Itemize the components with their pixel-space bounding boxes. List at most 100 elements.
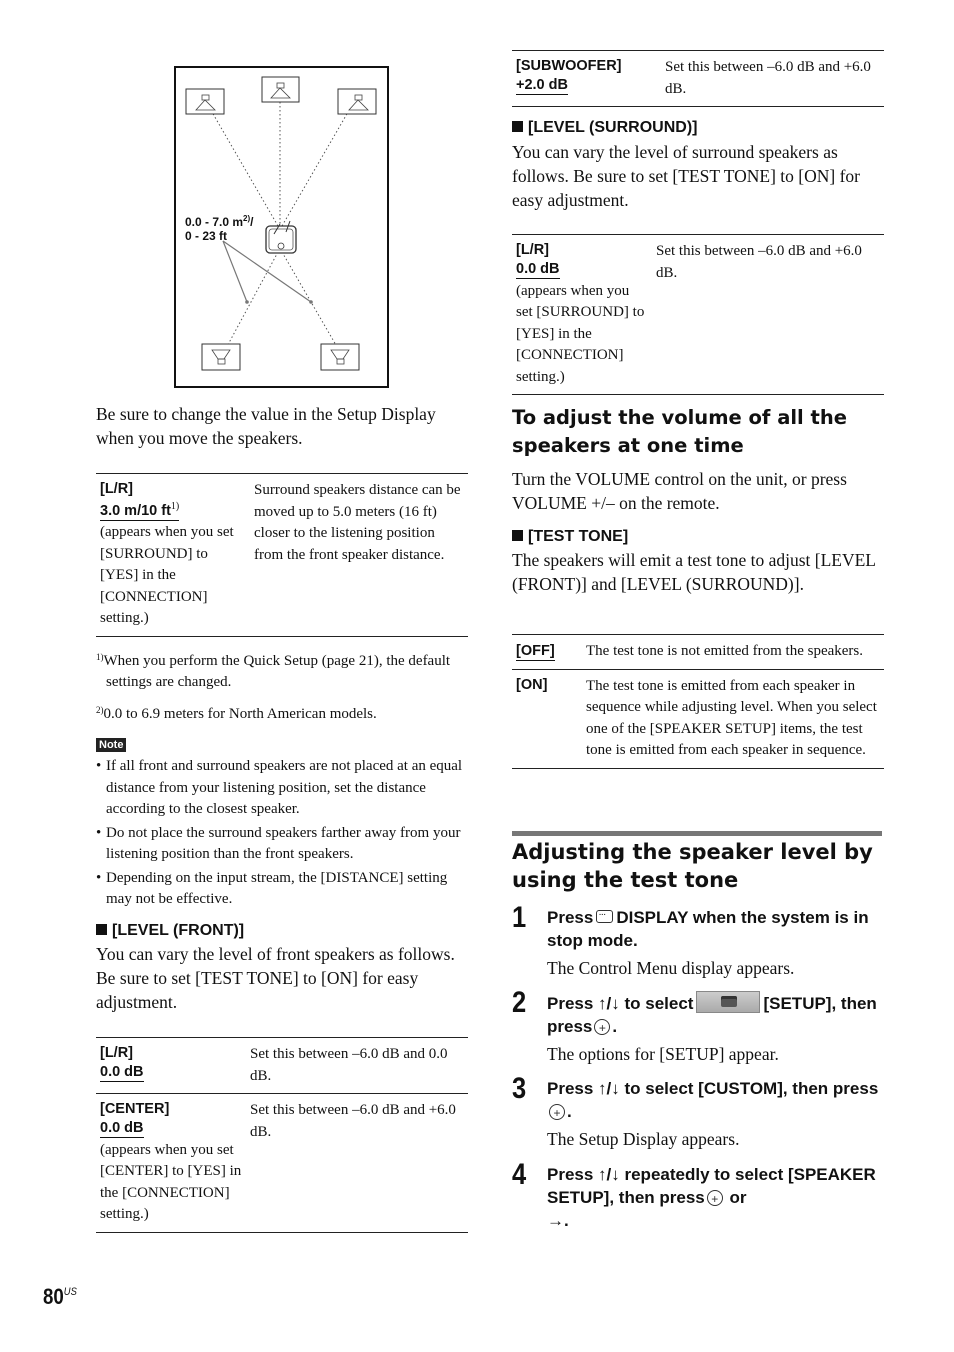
- speaker-surround-right-icon: [320, 343, 360, 371]
- note-item: Do not place the surround speakers farth…: [96, 823, 471, 866]
- step-instruction: PressDISPLAY when the system is in stop …: [547, 903, 884, 952]
- option-label: [L/R]: [100, 481, 134, 497]
- test-tone-body: The speakers will emit a test tone to ad…: [512, 550, 876, 594]
- option-description: The test tone is not emitted from the sp…: [586, 643, 864, 659]
- arrow-head: [309, 300, 313, 304]
- speaker-placement-diagram: 0.0 - 7.0 m2)/ 0 - 23 ft: [174, 66, 389, 388]
- level-front-table: [L/R] 0.0 dB Set this between –6.0 dB an…: [96, 1037, 468, 1233]
- footnote-mark: 1): [170, 501, 180, 512]
- instr-text: DISPLAY when the system is in stop mode.: [547, 908, 869, 950]
- footnote-text: When you perform the Quick Setup (page 2…: [103, 653, 451, 690]
- footnotes: 1)When you perform the Quick Setup (page…: [96, 647, 471, 725]
- level-surround-body: You can vary the level of surround speak…: [512, 142, 861, 210]
- heading-text: [TEST TONE]: [528, 528, 629, 545]
- instr-text: .: [612, 1017, 618, 1036]
- step-instruction: Press ↑/↓ repeatedly to select [SPEAKER …: [547, 1163, 884, 1232]
- default-value-text: 3.0 m/10 ft: [100, 502, 171, 519]
- subwoofer-table: [SUBWOOFER] +2.0 dB Set this between –6.…: [512, 50, 884, 107]
- table-row: [CENTER] 0.0 dB (appears when you set [C…: [96, 1094, 468, 1233]
- level-front-heading: [LEVEL (FRONT)]: [96, 920, 244, 942]
- level-front-body: You can vary the level of front speakers…: [96, 944, 455, 1012]
- option-cell: [CENTER] 0.0 dB (appears when you set [C…: [96, 1094, 246, 1233]
- square-bullet-icon: [512, 121, 523, 132]
- speaker-front-left-icon: [185, 88, 225, 115]
- table-row: [OFF] The test tone is not emitted from …: [512, 635, 884, 670]
- step-number: 2: [512, 986, 527, 1019]
- page-number-text: 80: [43, 1284, 64, 1309]
- option-description: Set this between –6.0 dB and +6.0 dB.: [250, 1102, 456, 1140]
- distance-options-table: [L/R] 3.0 m/10 ft1) (appears when you se…: [96, 473, 468, 637]
- step-instruction: Press ↑/↓ to select [CUSTOM], then press…: [547, 1077, 884, 1125]
- range-label-metric: 0.0 - 7.0 m: [185, 215, 244, 229]
- arrow-head: [245, 300, 249, 304]
- step-1: 1 PressDISPLAY when the system is in sto…: [512, 901, 884, 980]
- option-cell: [SUBWOOFER] +2.0 dB: [512, 51, 661, 107]
- footnote-mark: 2): [96, 705, 104, 715]
- volume-all-heading: To adjust the volume of all the speakers…: [512, 406, 847, 457]
- setup-toolbox-icon: [696, 991, 761, 1013]
- step-result: The options for [SETUP] appear.: [547, 1044, 779, 1064]
- footnote-mark: 1): [96, 652, 104, 662]
- enter-button-icon: [706, 1188, 723, 1211]
- option-description: Set this between –6.0 dB and +6.0 dB.: [665, 59, 871, 97]
- option-label: [SUBWOOFER]: [516, 58, 622, 74]
- option-default-value: 0.0 dB: [100, 1120, 144, 1138]
- range-label-slash: /: [250, 215, 254, 229]
- step-4: 4 Press ↑/↓ repeatedly to select [SPEAKE…: [512, 1158, 884, 1232]
- display-button-icon: [596, 903, 614, 926]
- option-label: [CENTER]: [100, 1101, 170, 1117]
- heading-text: [LEVEL (SURROUND)]: [528, 119, 698, 136]
- option-label: [L/R]: [516, 242, 550, 258]
- step-result: The Control Menu display appears.: [547, 958, 795, 978]
- option-label: [ON]: [516, 676, 548, 693]
- footnote-2: 2)0.0 to 6.9 meters for North American m…: [96, 700, 471, 725]
- page-number: 80US: [43, 1284, 77, 1310]
- instr-text: Press: [547, 908, 594, 927]
- option-default-value: 3.0 m/10 ft1): [100, 498, 180, 521]
- option-default-value: 0.0 dB: [516, 261, 560, 279]
- level-surround-table: [L/R] 0.0 dB (appears when you set [SURR…: [512, 234, 884, 395]
- footnote-1: 1)When you perform the Quick Setup (page…: [96, 647, 471, 693]
- option-default-value: 0.0 dB: [100, 1064, 144, 1082]
- instr-text: Press ↑/↓ to select: [547, 994, 694, 1013]
- table-row: [L/R] 0.0 dB Set this between –6.0 dB an…: [96, 1038, 468, 1094]
- option-description: Set this between –6.0 dB and +6.0 dB.: [656, 243, 862, 281]
- square-bullet-icon: [96, 924, 107, 935]
- square-bullet-icon: [512, 530, 523, 541]
- option-description: Set this between –6.0 dB and 0.0 dB.: [250, 1046, 448, 1084]
- step-number: 1: [512, 901, 527, 934]
- footnote-text: 0.0 to 6.9 meters for North American mod…: [103, 706, 377, 722]
- option-cell: [OFF]: [512, 635, 582, 670]
- level-surround-heading: [LEVEL (SURROUND)]: [512, 117, 697, 139]
- test-tone-heading: [TEST TONE]: [512, 526, 628, 548]
- option-default-value: [OFF]: [516, 643, 555, 661]
- speaker-surround-left-icon: [201, 343, 241, 371]
- volume-all-body: Turn the VOLUME control on the unit, or …: [512, 469, 847, 513]
- option-cell: [L/R] 0.0 dB: [96, 1038, 246, 1094]
- test-tone-table: [OFF] The test tone is not emitted from …: [512, 634, 884, 769]
- instr-text: .: [567, 1102, 572, 1121]
- step-3: 3 Press ↑/↓ to select [CUSTOM], then pre…: [512, 1072, 884, 1151]
- step-number: 3: [512, 1072, 527, 1105]
- section-title: Adjusting the speaker level by using the…: [512, 840, 873, 892]
- range-label-imperial: 0 - 23 ft: [185, 229, 228, 243]
- option-note: (appears when you set [SURROUND] to [YES…: [100, 524, 234, 627]
- note-badge: Note: [96, 738, 127, 752]
- option-description: Surround speakers distance can be moved …: [254, 482, 461, 563]
- note-item: If all front and surround speakers are n…: [96, 756, 471, 821]
- table-row: [ON] The test tone is emitted from each …: [512, 669, 884, 768]
- table-row: [SUBWOOFER] +2.0 dB Set this between –6.…: [512, 51, 884, 107]
- option-description: The test tone is emitted from each speak…: [586, 677, 877, 759]
- step-number: 4: [512, 1158, 527, 1191]
- listener-chair-icon: [265, 220, 297, 254]
- note-list: If all front and surround speakers are n…: [96, 756, 471, 911]
- option-cell: [L/R] 3.0 m/10 ft1) (appears when you se…: [96, 474, 250, 637]
- speaker-front-right-icon: [337, 88, 377, 115]
- heading-text: [LEVEL (FRONT)]: [112, 922, 245, 939]
- enter-button-icon: [594, 1017, 611, 1040]
- option-note: (appears when you set [SURROUND] to [YES…: [516, 282, 645, 385]
- option-cell: [ON]: [512, 669, 582, 768]
- table-row: [L/R] 0.0 dB (appears when you set [SURR…: [512, 235, 884, 395]
- region-code: US: [63, 1286, 77, 1298]
- step-2: 2 Press ↑/↓ to select [SETUP], then press…: [512, 986, 884, 1066]
